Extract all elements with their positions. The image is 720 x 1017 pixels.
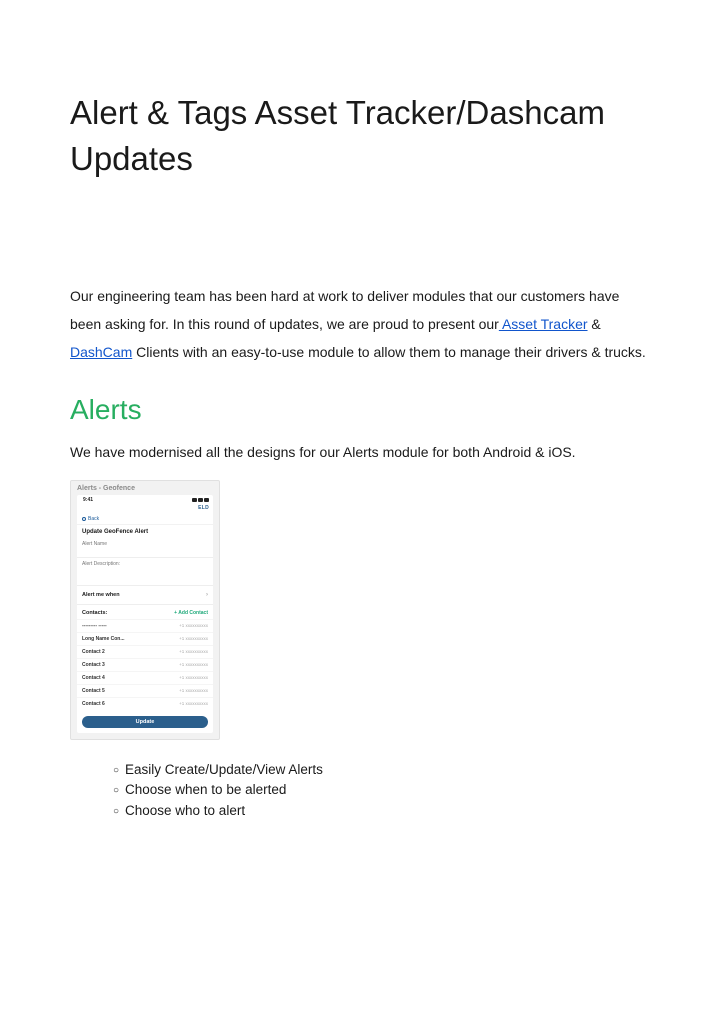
chevron-right-icon: › [206, 592, 208, 598]
contact-row[interactable]: Contact 2 +1 xxxxxxxxxx [77, 645, 213, 658]
contact-number: +1 xxxxxxxxxx [179, 636, 208, 641]
back-icon [82, 517, 86, 521]
contact-row[interactable]: Long Name Con... +1 xxxxxxxxxx [77, 632, 213, 645]
contact-number: +1 xxxxxxxxxx [179, 701, 208, 706]
add-contact-button[interactable]: + Add Contact [174, 610, 208, 616]
alert-name-field[interactable]: Alert Name [77, 538, 213, 558]
contact-number: +1 xxxxxxxxxx [179, 675, 208, 680]
contact-row[interactable]: --------- ----- +1 xxxxxxxxxx [77, 619, 213, 632]
list-item: Choose when to be alerted [125, 780, 650, 801]
brand-row: ELD [77, 504, 213, 514]
status-time: 9:41 [83, 497, 93, 503]
dashcam-link[interactable]: DashCam [70, 344, 132, 360]
feature-list: Easily Create/Update/View Alerts Choose … [70, 760, 650, 823]
contact-row[interactable]: Contact 4 +1 xxxxxxxxxx [77, 671, 213, 684]
mockup-header: Alerts - Geofence [77, 485, 213, 492]
screen-title: Update GeoFence Alert [77, 525, 213, 538]
contact-name: Contact 5 [82, 688, 105, 694]
phone-mockup: Alerts - Geofence 9:41 ELD Back Update G… [70, 480, 220, 740]
contact-number: +1 xxxxxxxxxx [179, 623, 208, 628]
contact-name: Contact 4 [82, 675, 105, 681]
intro-text-2: Clients with an easy-to-use module to al… [132, 344, 646, 360]
contact-name: Long Name Con... [82, 636, 125, 642]
contact-name: Contact 2 [82, 649, 105, 655]
contacts-header: Contacts: + Add Contact [77, 605, 213, 619]
status-icons [192, 498, 209, 502]
alerts-description: We have modernised all the designs for o… [70, 440, 650, 465]
back-label: Back [88, 516, 99, 522]
asset-tracker-link[interactable]: Asset Tracker [499, 316, 588, 332]
contact-name: --------- ----- [82, 623, 107, 629]
alert-description-field[interactable]: Alert Description: [77, 558, 213, 586]
battery-icon [204, 498, 209, 502]
back-button[interactable]: Back [77, 514, 213, 525]
alert-me-when-row[interactable]: Alert me when › [77, 586, 213, 605]
contact-name: Contact 6 [82, 701, 105, 707]
alert-me-label: Alert me when [82, 592, 120, 598]
contact-number: +1 xxxxxxxxxx [179, 688, 208, 693]
phone-screen: 9:41 ELD Back Update GeoFence Alert Aler… [77, 495, 213, 733]
status-bar: 9:41 [77, 495, 213, 504]
intro-paragraph: Our engineering team has been hard at wo… [70, 282, 650, 366]
contact-row[interactable]: Contact 6 +1 xxxxxxxxxx [77, 697, 213, 710]
signal-icon [192, 498, 197, 502]
contact-row[interactable]: Contact 3 +1 xxxxxxxxxx [77, 658, 213, 671]
contact-number: +1 xxxxxxxxxx [179, 649, 208, 654]
list-item: Choose who to alert [125, 801, 650, 822]
list-item: Easily Create/Update/View Alerts [125, 760, 650, 781]
brand-logo: ELD [198, 505, 209, 511]
update-button[interactable]: Update [82, 716, 208, 728]
intro-amp: & [588, 316, 601, 332]
contacts-label: Contacts: [82, 610, 107, 616]
contact-number: +1 xxxxxxxxxx [179, 662, 208, 667]
wifi-icon [198, 498, 203, 502]
alerts-heading: Alerts [70, 394, 650, 426]
contact-name: Contact 3 [82, 662, 105, 668]
contact-row[interactable]: Contact 5 +1 xxxxxxxxxx [77, 684, 213, 697]
page-title: Alert & Tags Asset Tracker/Dashcam Updat… [70, 90, 650, 182]
